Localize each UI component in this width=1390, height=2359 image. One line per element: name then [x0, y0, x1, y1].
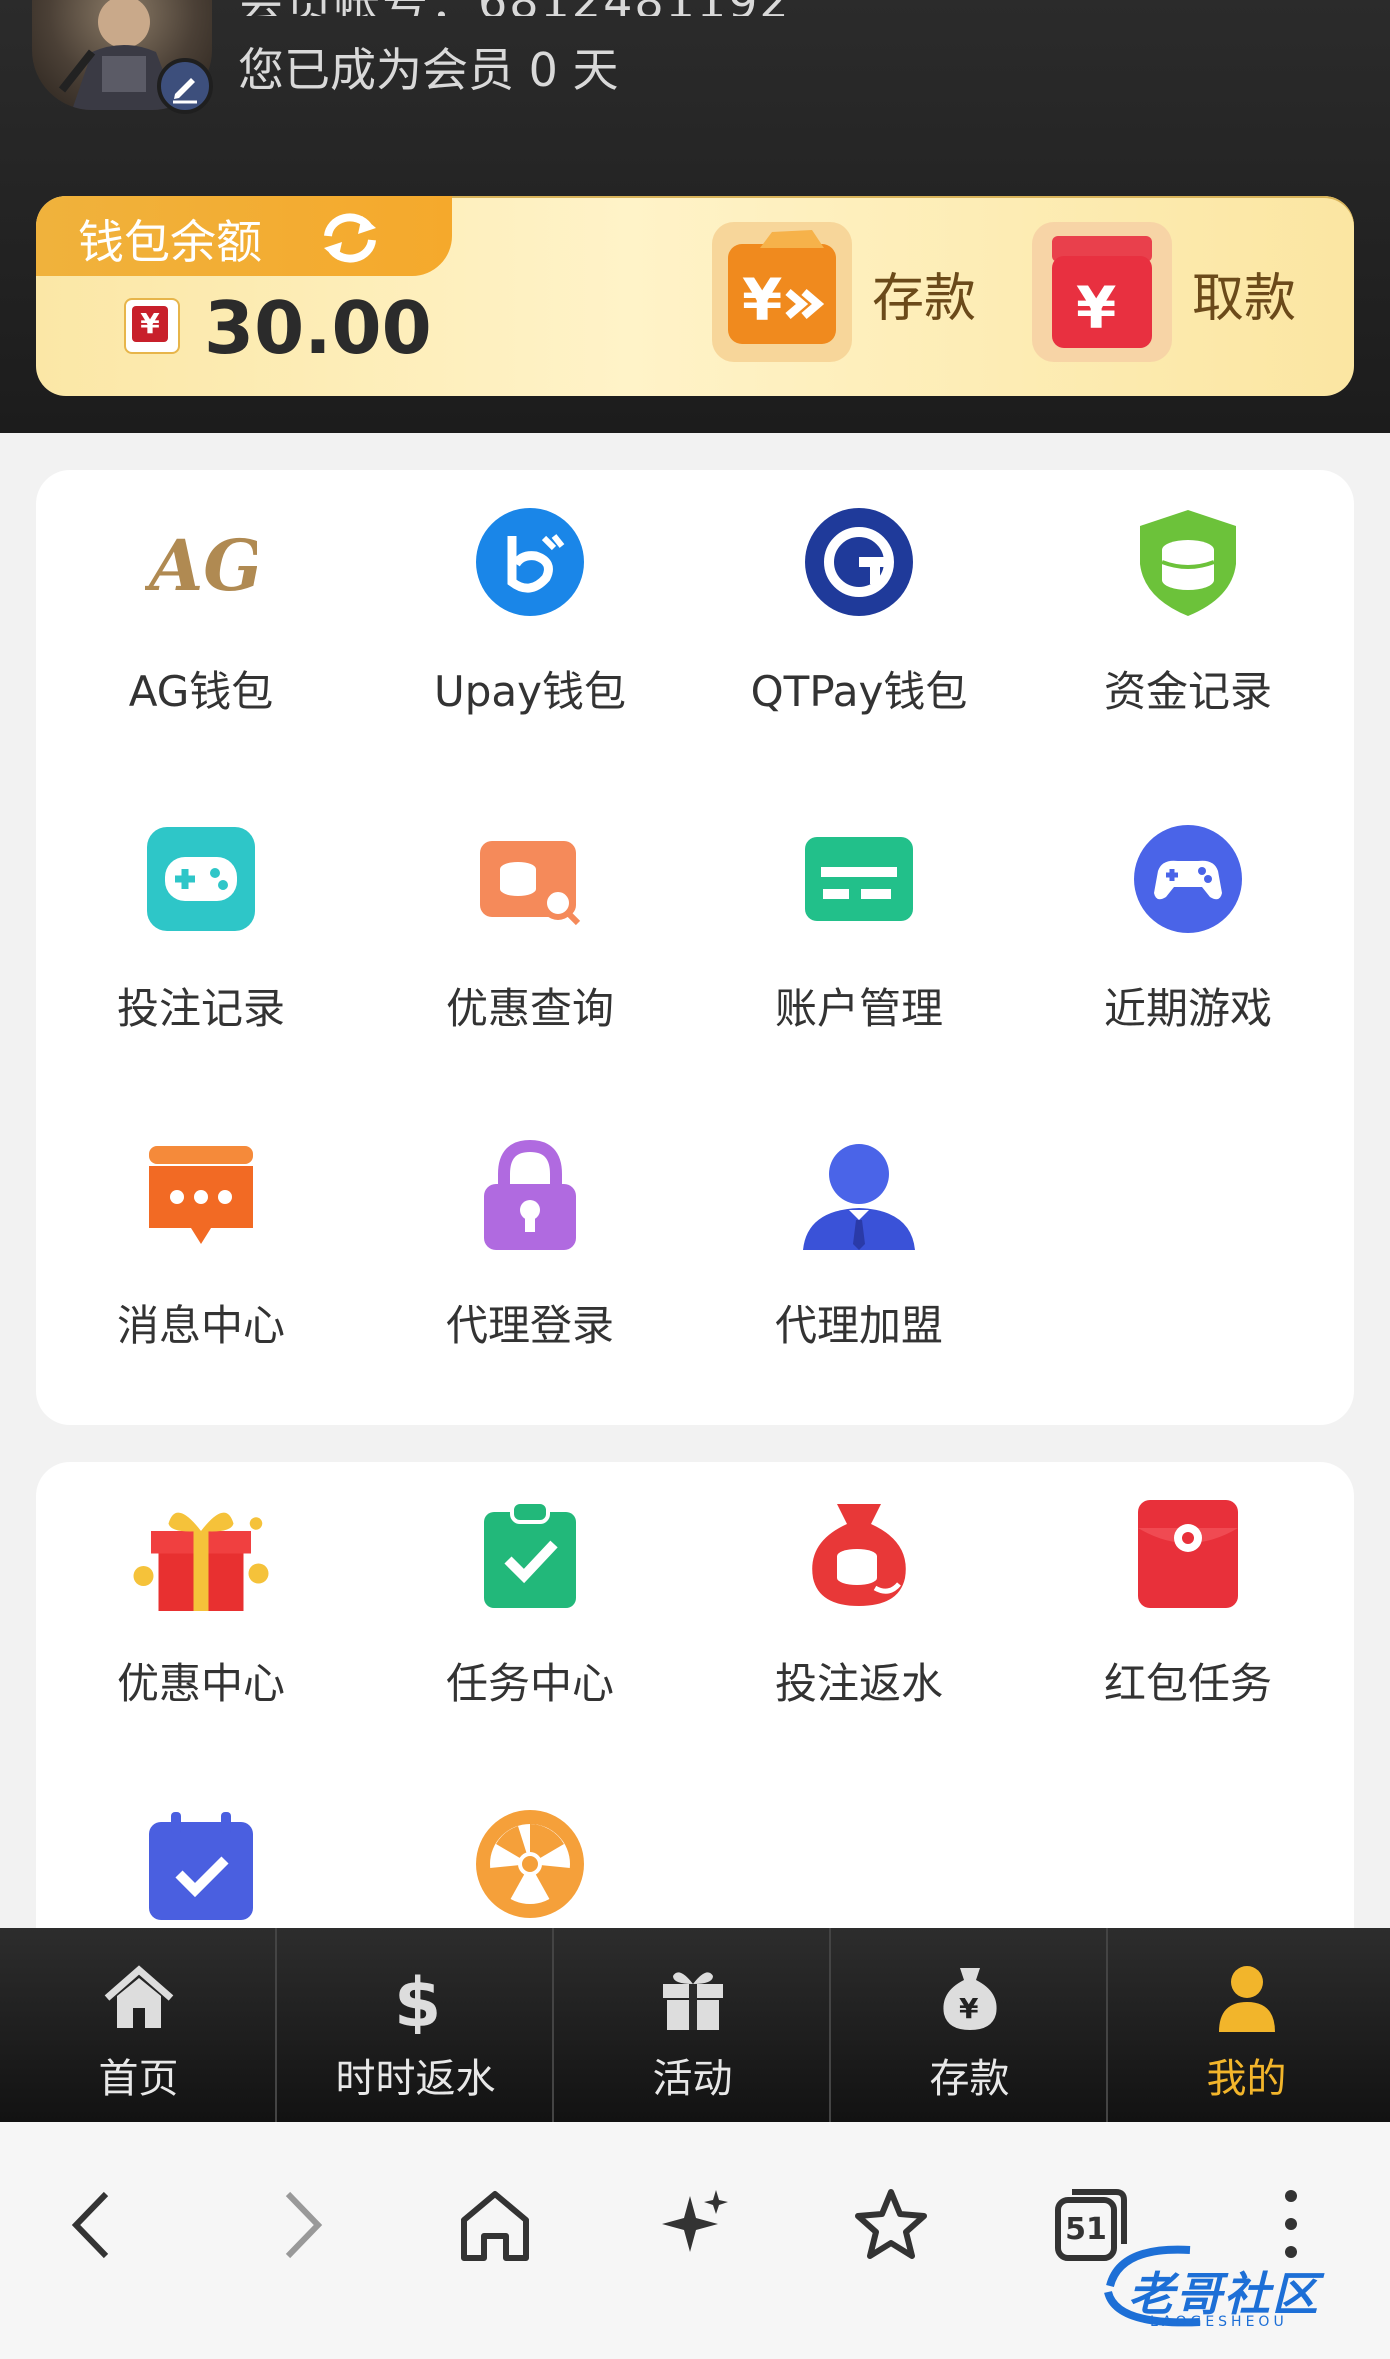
- person-icon: [1219, 1966, 1275, 2032]
- tab-deposit[interactable]: ¥ 存款: [831, 1928, 1108, 2122]
- bookmark-star-icon[interactable]: [846, 2180, 936, 2270]
- profile-header: 会员帐号：6812481192 您已成为会员 0 天 钱包余额 ¥ 30.00 …: [0, 0, 1390, 433]
- wallet-balance: 30.00: [204, 286, 432, 370]
- money-bag-icon: ¥: [943, 1968, 997, 2030]
- menu-card-secondary: 优惠中心 任务中心 投注返水 红包任务: [36, 1462, 1354, 1982]
- ag-logo-icon: AG: [145, 524, 257, 607]
- wallet-card: 钱包余额 ¥ 30.00 ¥ 存款 ¥ 取款: [36, 196, 1354, 396]
- bottom-tab-bar: 首页 $ 时时返水 活动 ¥ 存款 我的: [0, 1928, 1390, 2122]
- member-account-text-clip: 会员帐号：6812481192: [238, 0, 938, 16]
- pencil-icon: [173, 78, 197, 104]
- menu-item-recent-games[interactable]: 近期游戏: [1023, 787, 1353, 1087]
- menu-item-ag-wallet[interactable]: AG AG钱包: [36, 470, 366, 770]
- svg-text:¥: ¥: [959, 1992, 979, 2025]
- lock-icon: [484, 1140, 576, 1250]
- coupon-search-icon: [480, 841, 581, 926]
- svg-text:AG: AG: [145, 524, 257, 607]
- member-days-text: 您已成为会员 0 天: [238, 43, 619, 97]
- tab-home[interactable]: 首页: [0, 1928, 277, 2122]
- dollar-icon: $: [394, 1964, 441, 2034]
- refresh-icon[interactable]: [318, 210, 382, 264]
- menu-item-task-center[interactable]: 任务中心: [365, 1462, 695, 1762]
- deposit-icon: ¥: [728, 230, 836, 344]
- controller-icon: [1134, 825, 1242, 933]
- tab-activity[interactable]: 活动: [554, 1928, 831, 2122]
- withdraw-icon: ¥: [1052, 236, 1152, 348]
- yuan-icon: ¥: [124, 298, 180, 354]
- clipboard-check-icon: [484, 1500, 576, 1608]
- wheel-icon: [476, 1810, 584, 1918]
- menu-item-agent-login[interactable]: 代理登录: [365, 1104, 695, 1404]
- menu-item-promo-query[interactable]: 优惠查询: [365, 787, 695, 1087]
- menu-item-red-envelope-task[interactable]: 红包任务: [1023, 1462, 1353, 1762]
- menu-item-upay-wallet[interactable]: Upay钱包: [365, 470, 695, 770]
- deposit-button[interactable]: ¥: [712, 222, 852, 362]
- deposit-label[interactable]: 存款: [872, 256, 976, 331]
- watermark-subtext: LAOGESHEOU: [1150, 2314, 1288, 2330]
- browser-home-icon[interactable]: [450, 2180, 540, 2270]
- member-account-text: 会员帐号：6812481192: [238, 0, 791, 16]
- menu-item-agent-join[interactable]: 代理加盟: [694, 1104, 1024, 1404]
- wallet-label-tab: 钱包余额: [36, 196, 452, 276]
- menu-item-bet-rebate[interactable]: 投注返水: [694, 1462, 1024, 1762]
- menu-item-qtpay-wallet[interactable]: QTPay钱包: [694, 470, 1024, 770]
- tab-mine[interactable]: 我的: [1108, 1928, 1390, 2122]
- menu-card-primary: AG AG钱包 Upay钱包 QTPay钱包 资金记录 投注记录 优惠查询 账户…: [36, 470, 1354, 1425]
- withdraw-label[interactable]: 取款: [1192, 256, 1296, 331]
- red-envelope-icon: [1138, 1500, 1238, 1608]
- gamepad-icon: [147, 827, 255, 931]
- edit-avatar-button[interactable]: [157, 58, 213, 114]
- money-bag-icon: [812, 1504, 906, 1606]
- svg-text:¥: ¥: [742, 266, 782, 334]
- menu-item-message-center[interactable]: 消息中心: [36, 1104, 366, 1404]
- menu-item-lucky-wheel[interactable]: [365, 1802, 695, 1928]
- shield-coins-icon: [1140, 510, 1236, 616]
- svg-text:$: $: [394, 1964, 441, 2034]
- tab-rebate[interactable]: $ 时时返水: [277, 1928, 554, 2122]
- withdraw-button[interactable]: ¥: [1032, 222, 1172, 362]
- gift-icon: [663, 1972, 723, 2030]
- gift-icon: [133, 1512, 269, 1611]
- forward-icon[interactable]: [256, 2180, 346, 2270]
- qtpay-logo-icon: [805, 508, 913, 616]
- upay-logo-icon: [476, 508, 584, 616]
- calendar-check-icon: [149, 1812, 253, 1920]
- wallet-label: 钱包余额: [78, 215, 262, 269]
- menu-item-bet-records[interactable]: 投注记录: [36, 787, 366, 1087]
- home-icon: [104, 1965, 174, 2028]
- svg-text:¥: ¥: [1076, 274, 1116, 342]
- card-icon: [805, 837, 913, 921]
- menu-item-promo-center[interactable]: 优惠中心: [36, 1462, 366, 1762]
- sparkle-icon[interactable]: [650, 2180, 740, 2270]
- back-icon[interactable]: [48, 2180, 138, 2270]
- chat-bubble-icon: [149, 1146, 253, 1244]
- agent-person-icon: [803, 1144, 915, 1250]
- menu-item-check-in[interactable]: [36, 1802, 366, 1928]
- menu-item-fund-records[interactable]: 资金记录: [1023, 470, 1353, 770]
- menu-item-account-management[interactable]: 账户管理: [694, 787, 1024, 1087]
